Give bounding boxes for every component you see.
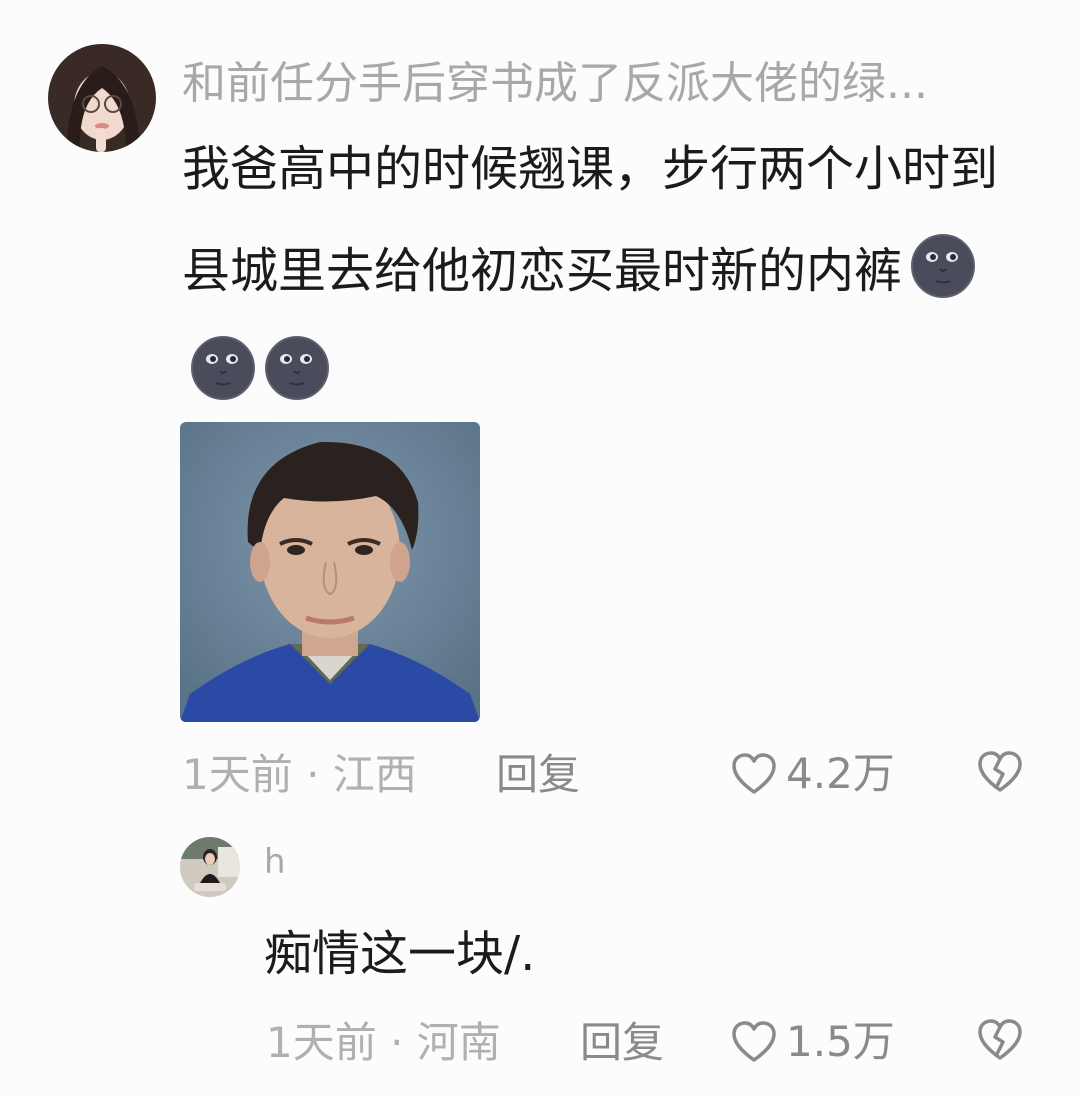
reply-meta: 1天前 · 河南 — [266, 1018, 501, 1067]
new-moon-face-icon — [264, 334, 330, 400]
reply-like-count: 1.5万 — [786, 1017, 895, 1066]
replier-avatar[interactable] — [180, 837, 240, 897]
heart-icon — [730, 752, 778, 796]
comment-meta: 1天前 · 江西 — [182, 750, 417, 799]
comment-photo[interactable] — [180, 422, 480, 722]
broken-heart-icon[interactable] — [976, 750, 1024, 794]
like-button[interactable]: 4.2万 — [730, 750, 895, 798]
broken-heart-icon[interactable] — [976, 1018, 1024, 1062]
comment-text: 我爸高中的时候翘课，步行两个小时到县城里去给他初恋买最时新的内裤 — [182, 118, 1002, 424]
reply-button[interactable]: 回复 — [496, 754, 580, 796]
new-moon-face-icon — [910, 232, 976, 298]
heart-icon — [730, 1020, 778, 1064]
comment-body: 我爸高中的时候翘课，步行两个小时到县城里去给他初恋买最时新的内裤 — [182, 141, 999, 299]
like-count: 4.2万 — [786, 749, 895, 798]
reply-text: 痴情这一块/. — [264, 926, 536, 982]
reply-reply-button[interactable]: 回复 — [580, 1022, 664, 1064]
commenter-avatar[interactable] — [48, 44, 156, 152]
replier-username[interactable]: h — [264, 845, 286, 879]
commenter-username[interactable]: 和前任分手后穿书成了反派大佬的绿... — [182, 62, 928, 106]
new-moon-face-icon — [190, 334, 256, 400]
reply-like-button[interactable]: 1.5万 — [730, 1018, 895, 1066]
